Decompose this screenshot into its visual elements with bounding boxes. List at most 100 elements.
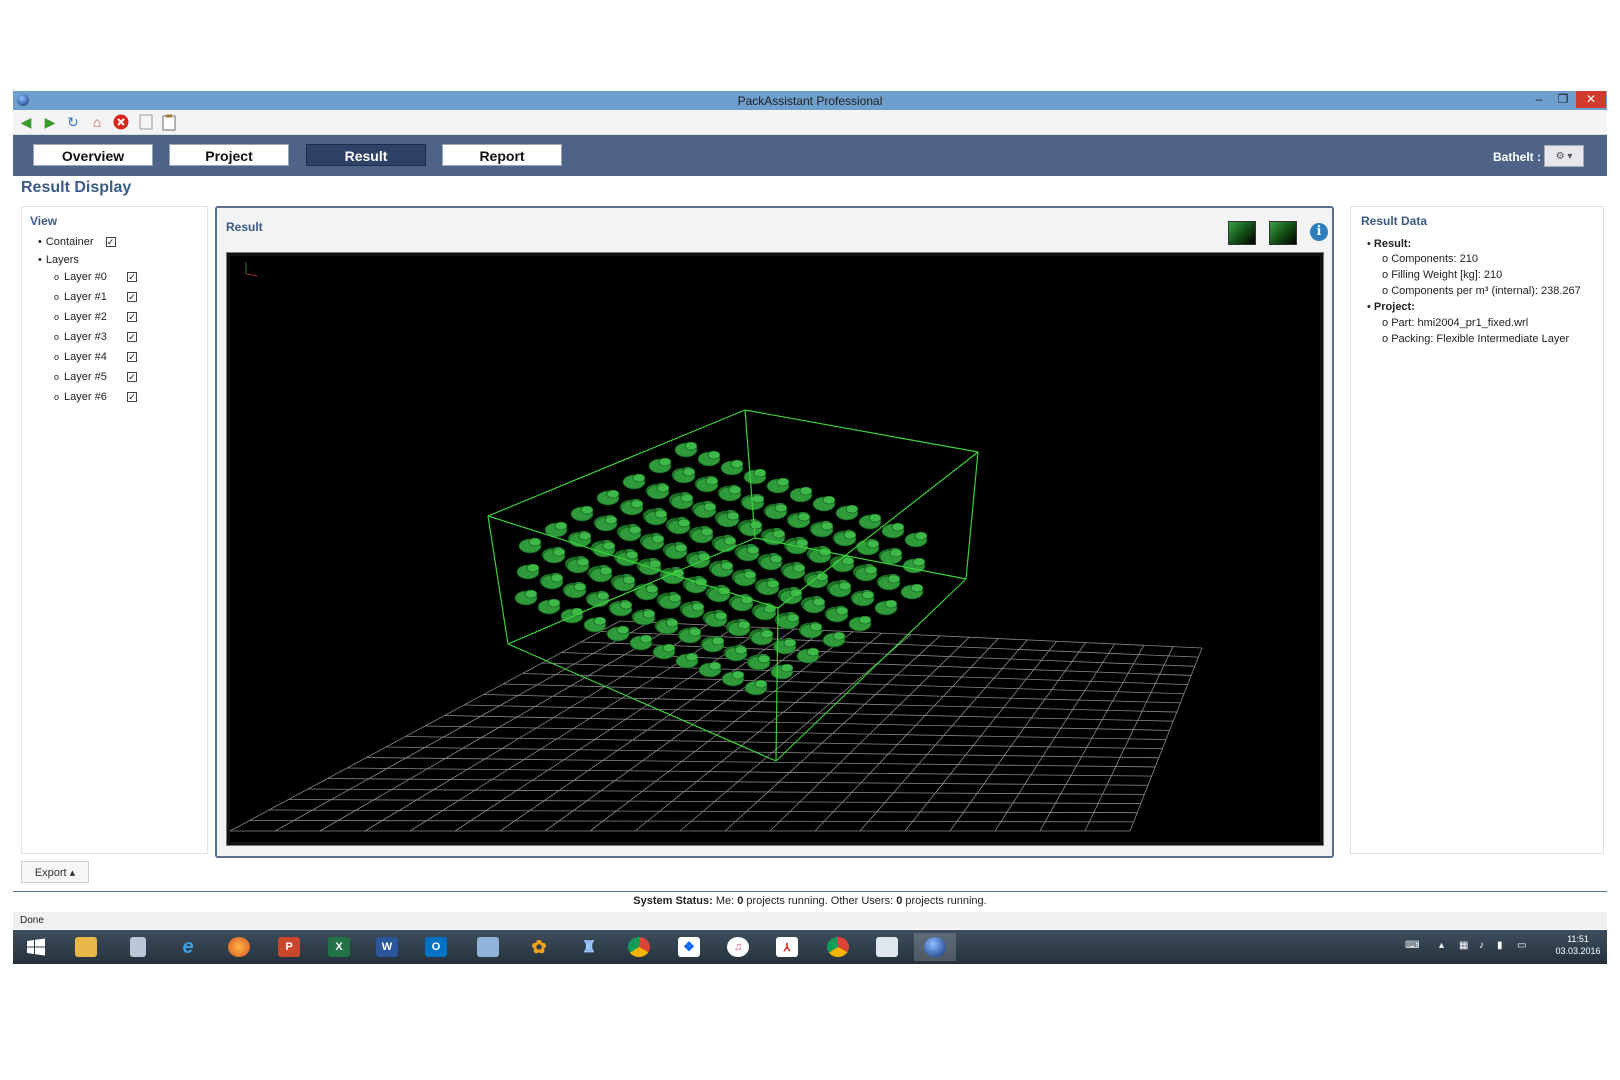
layer-checkbox[interactable]: ✓ — [127, 372, 138, 382]
chrome-icon[interactable] — [817, 933, 859, 961]
layer-checkbox[interactable]: ✓ — [127, 352, 138, 362]
packing-scene[interactable] — [230, 256, 1320, 842]
packed-part-detail — [780, 663, 794, 673]
layers-item: • Layers — [38, 254, 79, 266]
layer-checkbox[interactable]: ✓ — [127, 392, 138, 402]
packed-part-detail — [630, 499, 644, 509]
export-button[interactable]: Export ▴ — [21, 861, 89, 883]
person-app-icon[interactable]: ♜ — [568, 933, 610, 961]
clock-time: 11:51 — [1567, 934, 1589, 944]
layer-item-5: o Layer #5 ✓ — [54, 371, 138, 383]
layer-checkbox[interactable]: ✓ — [127, 312, 138, 322]
packed-part-detail — [754, 679, 768, 689]
tab-overview[interactable]: Overview — [33, 144, 153, 166]
tab-project[interactable]: Project — [169, 144, 289, 166]
chrome-icon[interactable] — [618, 933, 660, 961]
packed-part-detail — [776, 477, 790, 487]
packed-part-detail — [691, 602, 705, 612]
packed-part-detail — [552, 547, 566, 557]
part-value: Part: hmi2004_pr1_fixed.wrl — [1391, 317, 1529, 329]
keyboard-icon[interactable]: ⌨ — [1405, 940, 1419, 951]
refresh-icon[interactable]: ↻ — [64, 113, 82, 131]
layer-item-1: o Layer #1 ✓ — [54, 291, 138, 303]
maximize-button[interactable]: ❐ — [1552, 91, 1574, 108]
flower-app-icon[interactable]: ✿ — [518, 933, 560, 961]
taskbar: e P X W O ✿ ♜ ❖ ♫ ⅄ ⌨ ▴ ▦ ♪ ▮ ▭ 11:51 03… — [13, 930, 1607, 964]
internet-explorer-icon[interactable]: e — [167, 933, 209, 961]
stop-icon[interactable] — [112, 113, 130, 131]
packed-part-detail — [656, 483, 670, 493]
itunes-icon[interactable]: ♫ — [717, 933, 759, 961]
back-arrow-icon[interactable]: ◀ — [17, 113, 35, 131]
sub-bullet: o — [54, 312, 60, 322]
packed-part-detail — [547, 598, 561, 608]
components-line: o Components: 210 — [1382, 253, 1479, 265]
packed-part-detail — [792, 563, 806, 573]
packed-part-detail — [645, 584, 659, 594]
word-icon[interactable]: W — [366, 933, 408, 961]
file-explorer-icon[interactable] — [65, 933, 107, 961]
powerpoint-icon[interactable]: P — [268, 933, 310, 961]
packed-part-detail — [554, 521, 568, 531]
container-edge — [965, 451, 979, 580]
minimize-button[interactable]: – — [1528, 91, 1550, 108]
packed-part-detail — [616, 625, 630, 635]
network-icon[interactable]: ▦ — [1459, 940, 1468, 951]
result-panel-title: Result — [226, 220, 263, 234]
layer-label: Layer #6 — [64, 391, 107, 403]
container-checkbox[interactable]: ✓ — [105, 237, 116, 247]
status-me-count: 0 — [737, 895, 744, 907]
sub-bullet: o — [54, 392, 60, 402]
packed-part-detail — [753, 468, 767, 478]
done-status: Done — [13, 912, 1607, 929]
dropbox-icon[interactable]: ❖ — [668, 933, 710, 961]
layer-label: Layer #2 — [64, 311, 107, 323]
volume-icon[interactable]: ♪ — [1479, 940, 1484, 951]
layer-checkbox[interactable]: ✓ — [127, 292, 138, 302]
packed-part-detail — [774, 503, 788, 513]
packed-part-detail — [642, 609, 656, 619]
notifications-icon[interactable]: ▭ — [1517, 940, 1526, 951]
packed-part-detail — [746, 545, 760, 555]
tab-result[interactable]: Result — [306, 144, 426, 166]
components-value: Components: 210 — [1391, 253, 1479, 265]
taskbar-clock[interactable]: 11:51 03.03.2016 — [1553, 933, 1603, 957]
layer-view-icon[interactable] — [1269, 221, 1297, 245]
layer-checkbox[interactable]: ✓ — [127, 272, 138, 282]
tray-chevron-icon[interactable]: ▴ — [1439, 940, 1444, 951]
calculator-icon[interactable] — [117, 933, 159, 961]
close-button[interactable]: ✕ — [1576, 91, 1606, 108]
container-edge — [775, 607, 779, 762]
layer-label: Layer #5 — [64, 371, 107, 383]
packed-part-detail — [599, 566, 613, 576]
layer-checkbox[interactable]: ✓ — [127, 332, 138, 342]
project-icon[interactable] — [467, 933, 509, 961]
3d-viewport[interactable] — [226, 252, 1324, 846]
layers-label: Layers — [45, 254, 79, 266]
packed-part-detail — [751, 494, 765, 504]
packed-part-detail — [835, 606, 849, 616]
excel-icon[interactable]: X — [318, 933, 360, 961]
packassistant-icon[interactable] — [914, 933, 956, 961]
home-icon[interactable]: ⌂ — [88, 113, 106, 131]
container-view-icon[interactable] — [1228, 221, 1256, 245]
packed-part-detail — [573, 582, 587, 592]
clipboard-icon[interactable] — [160, 113, 178, 131]
packed-part-detail — [528, 537, 542, 547]
packed-part-detail — [662, 643, 676, 653]
outlook-icon[interactable]: O — [415, 933, 457, 961]
info-icon[interactable]: i — [1310, 223, 1328, 241]
system-status-bar: System Status: Me: 0 projects running. O… — [13, 891, 1607, 910]
sub-bullet: o — [54, 272, 60, 282]
user-settings-dropdown[interactable]: ⚙ ▾ — [1544, 145, 1584, 167]
forward-arrow-icon[interactable]: ▶ — [41, 113, 59, 131]
firefox-icon[interactable] — [218, 933, 260, 961]
window-app-icon[interactable] — [866, 933, 908, 961]
filling-weight-value: Filling Weight [kg]: 210 — [1391, 269, 1503, 281]
packed-part-detail — [604, 515, 618, 525]
copy-icon[interactable] — [137, 113, 155, 131]
start-icon[interactable] — [15, 933, 57, 961]
tab-report[interactable]: Report — [442, 144, 562, 166]
battery-icon[interactable]: ▮ — [1497, 940, 1503, 951]
acrobat-icon[interactable]: ⅄ — [766, 933, 808, 961]
